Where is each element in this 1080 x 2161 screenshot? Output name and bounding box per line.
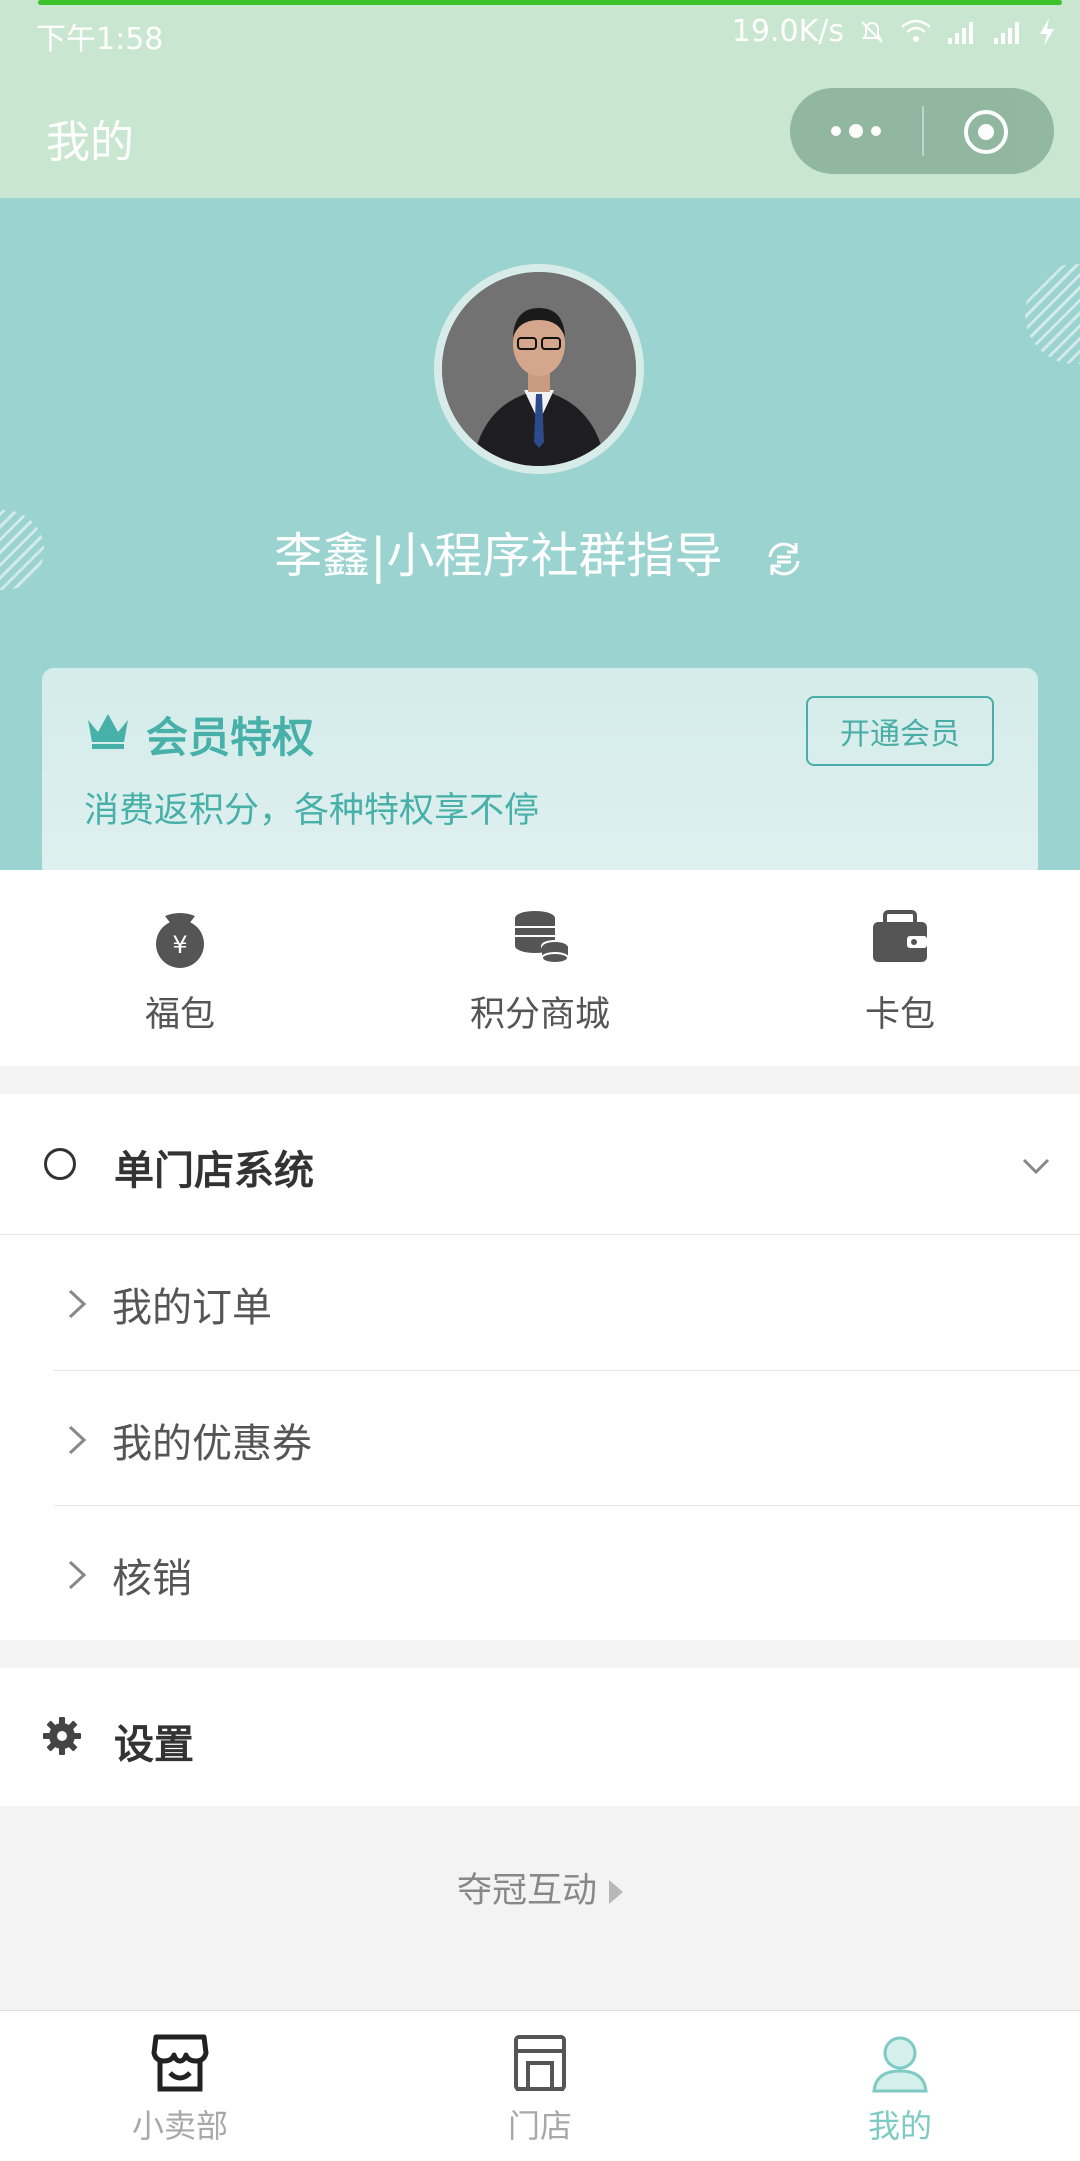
member-title: 会员特权 [146,713,315,762]
chevron-right-icon [68,1289,87,1319]
page-title: 我的 [46,117,134,168]
tab-shop[interactable]: 小卖部 [0,2011,360,2161]
tab-mine[interactable]: 我的 [720,2011,1080,2161]
section-title: 单门店系统 [114,1148,314,1194]
store-icon [514,2035,566,2091]
status-bar: 下午1:58 19.0K/s [0,0,1080,62]
loading-progress-line [38,0,1062,5]
refresh-icon[interactable] [762,537,806,581]
capsule-divider [922,106,924,156]
settings-label: 设置 [114,1722,194,1768]
crown-icon [88,714,128,749]
gear-icon [43,1717,81,1755]
username: 李鑫|小程序社群指导 [274,528,723,584]
person-portrait-icon [442,272,636,466]
quick-entries: ¥ 福包 积分商城 卡包 [0,870,1080,1066]
brand-label: 夺冠互动 [456,1871,597,1911]
circle-icon [44,1148,76,1180]
signal-icon [948,21,973,44]
network-speed: 19.0K/s [731,14,844,49]
wallet-icon [873,910,927,962]
store-system-section: 单门店系统 我的订单 我的优惠券 核销 [0,1094,1080,1640]
menu-item-my-coupons[interactable]: 我的优惠券 [0,1371,1080,1506]
more-dots-icon[interactable] [826,116,886,146]
username-row: 李鑫|小程序社群指导 [0,516,1080,586]
tab-label: 我的 [867,2107,932,2145]
store-system-header[interactable]: 单门店系统 [0,1094,1080,1234]
wifi-icon [901,19,931,42]
quick-entry-label: 积分商城 [469,995,610,1035]
chevron-down-icon [1022,1158,1050,1175]
quick-entry-fubao[interactable]: ¥ 福包 [0,870,360,1066]
profile-header: 李鑫|小程序社群指导 会员特权 消费返积分，各种特权享不停 开通会员 [0,198,1080,870]
signal-icon [994,21,1019,44]
close-target-icon[interactable] [962,108,1010,156]
svg-text:¥: ¥ [172,931,187,959]
status-indicators: 19.0K/s [732,14,1056,49]
chevron-right-icon [68,1560,87,1590]
quick-entry-points-mall[interactable]: 积分商城 [360,870,720,1066]
menu-item-label: 我的订单 [112,1285,272,1331]
yuan-bag-icon: ¥ [156,913,204,968]
tab-label: 小卖部 [131,2107,228,2145]
quick-entry-label: 卡包 [864,995,935,1035]
settings-row[interactable]: 设置 [0,1668,1080,1806]
triangle-right-icon [609,1880,623,1904]
avatar-photo [442,272,636,466]
mute-bell-icon [861,20,883,43]
tab-label: 门店 [507,2107,572,2145]
menu-item-label: 我的优惠券 [112,1421,312,1467]
mini-program-capsule [790,88,1054,174]
open-membership-button[interactable]: 开通会员 [806,696,994,766]
chevron-right-icon [68,1425,87,1455]
quick-entry-label: 福包 [144,995,215,1035]
coins-icon [515,911,569,964]
nav-bar: 我的 [0,62,1080,198]
menu-item-my-orders[interactable]: 我的订单 [0,1235,1080,1370]
brand-link[interactable]: 夺冠互动 [0,1862,1080,1913]
menu-item-verify[interactable]: 核销 [0,1506,1080,1641]
decorative-circle [1025,264,1080,364]
member-card[interactable]: 会员特权 消费返积分，各种特权享不停 开通会员 [42,668,1038,870]
member-description: 消费返积分，各种特权享不停 [84,791,540,831]
tab-bar: 小卖部 门店 我的 [0,2010,1080,2161]
menu-item-label: 核销 [112,1556,192,1602]
charging-icon [1040,17,1054,46]
status-time: 下午1:58 [36,22,164,57]
shop-icon [151,2034,209,2092]
user-icon [872,2036,928,2093]
tab-store[interactable]: 门店 [360,2011,720,2161]
quick-entry-card-wallet[interactable]: 卡包 [720,870,1080,1066]
avatar[interactable] [434,264,644,474]
